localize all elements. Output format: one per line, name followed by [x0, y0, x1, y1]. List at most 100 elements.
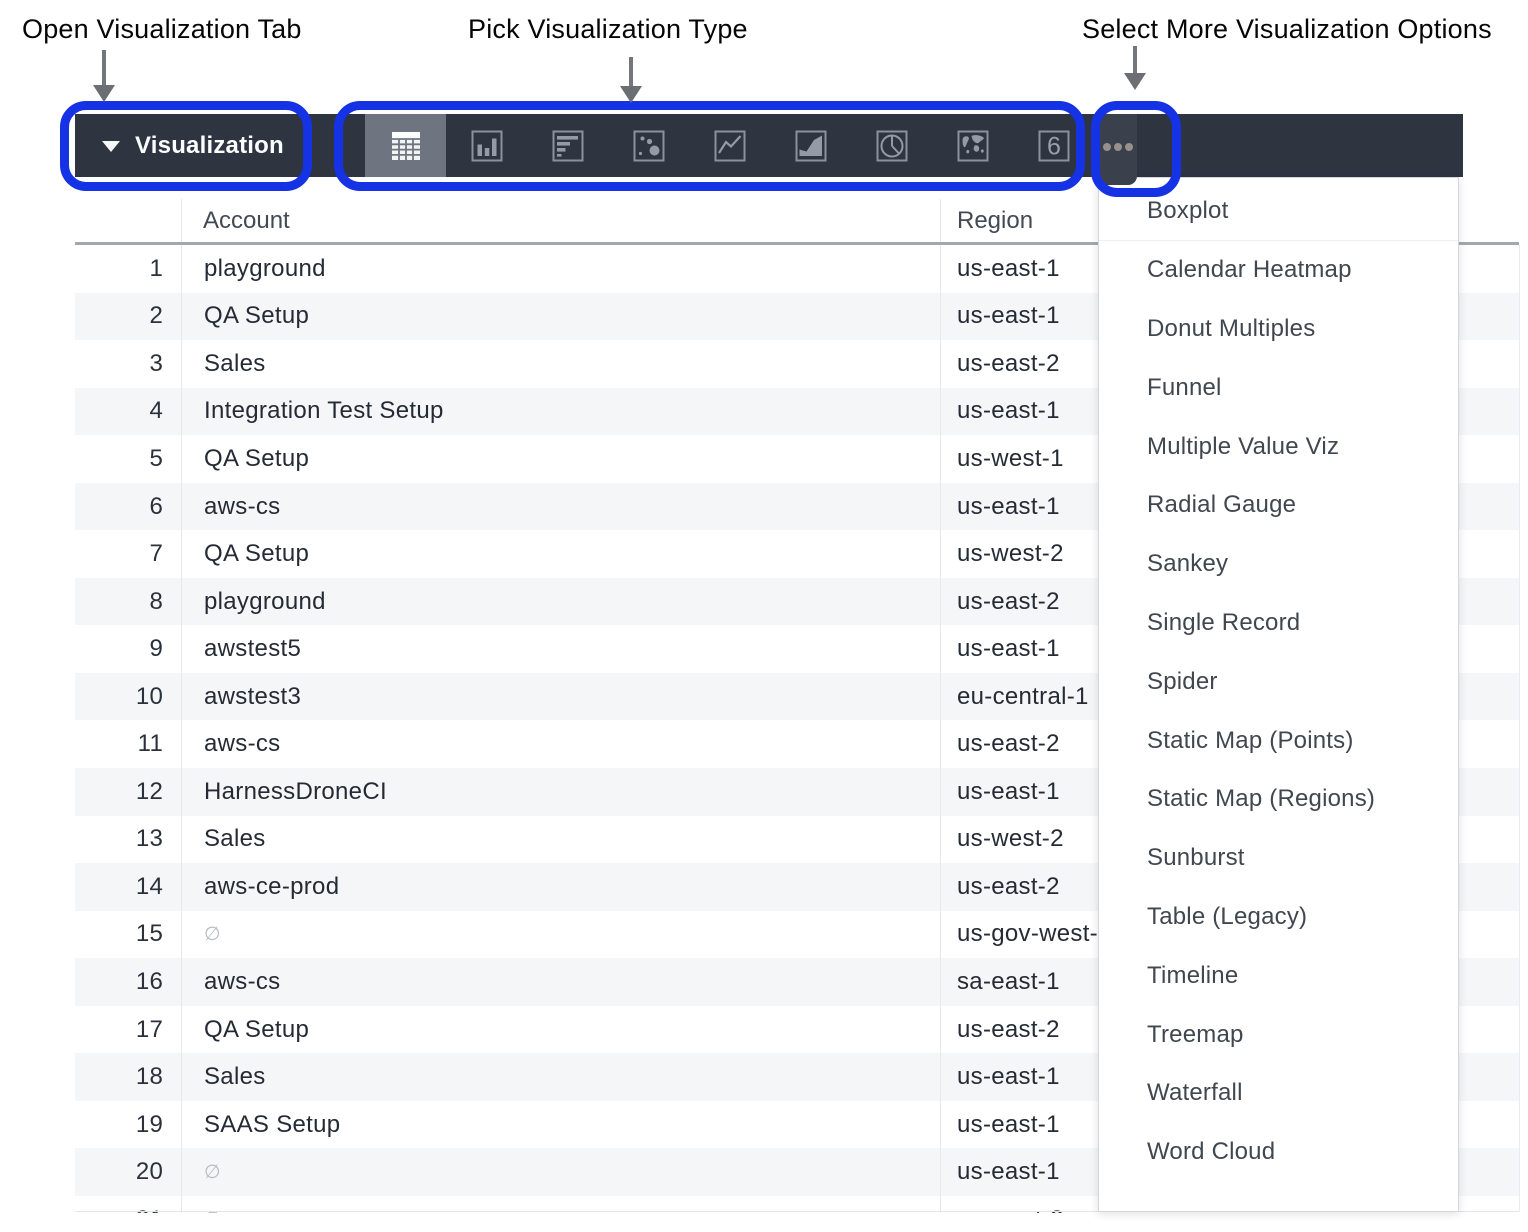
row-number: 11: [75, 730, 181, 758]
more-viz-options-button[interactable]: [1097, 114, 1137, 185]
more-viz-menu: Boxplot Calendar Heatmap Donut Multiples…: [1098, 177, 1459, 1212]
viz-type-horizontal-bar-button[interactable]: [527, 114, 608, 177]
menu-item-label: Calendar Heatmap: [1147, 256, 1352, 284]
viz-type-table-button[interactable]: [365, 114, 446, 177]
cell-account: Integration Test Setup: [181, 397, 940, 425]
menu-item-label: Waterfall: [1147, 1079, 1243, 1107]
arrow-line-3: [1133, 46, 1137, 74]
menu-item[interactable]: Word Cloud: [1099, 1123, 1458, 1182]
cell-account: playground: [181, 588, 940, 616]
row-number: 4: [75, 397, 181, 425]
row-number: 17: [75, 1016, 181, 1044]
menu-item[interactable]: Treemap: [1099, 1005, 1458, 1064]
cell-account: HarnessDroneCI: [181, 778, 940, 806]
cell-account: QA Setup: [181, 445, 940, 473]
menu-item[interactable]: Table (Legacy): [1099, 888, 1458, 947]
row-number: 1: [75, 255, 181, 283]
column-header-account[interactable]: Account: [203, 199, 290, 243]
line-chart-icon: [712, 128, 748, 164]
cell-account: awstest3: [181, 683, 940, 711]
menu-item-label: Static Map (Points): [1147, 727, 1354, 755]
bar-chart-icon: [469, 128, 505, 164]
cell-account: aws-cs: [181, 730, 940, 758]
svg-text:6: 6: [1047, 132, 1061, 160]
scatter-plot-icon: [631, 128, 667, 164]
menu-item-label: Table (Legacy): [1147, 903, 1307, 931]
arrow-line-2: [629, 57, 633, 87]
menu-item[interactable]: Timeline: [1099, 946, 1458, 1005]
row-number: 8: [75, 588, 181, 616]
viz-type-area-chart-button[interactable]: [770, 114, 851, 177]
menu-item-label: Sunburst: [1147, 844, 1245, 872]
visualization-toolbar: Visualization: [75, 114, 1463, 177]
menu-item-label: Boxplot: [1147, 197, 1228, 225]
arrow-down-icon-3: [1124, 73, 1146, 90]
menu-item-label: Treemap: [1147, 1021, 1244, 1049]
annotation-open-visualization-tab: Open Visualization Tab: [22, 14, 302, 45]
menu-item[interactable]: Waterfall: [1099, 1064, 1458, 1123]
visualization-tab-screenshot: { "annotations": { "labels": [ { "text":…: [0, 0, 1528, 1232]
viz-type-bar-chart-button[interactable]: [446, 114, 527, 177]
menu-item[interactable]: Donut Multiples: [1099, 300, 1458, 359]
row-number: 13: [75, 825, 181, 853]
horizontal-bar-chart-icon: [550, 128, 586, 164]
cell-account: ∅: [181, 1161, 940, 1184]
pie-chart-icon: [874, 128, 910, 164]
menu-item[interactable]: Multiple Value Viz: [1099, 417, 1458, 476]
menu-item[interactable]: Calendar Heatmap: [1099, 241, 1458, 300]
row-number: 18: [75, 1063, 181, 1091]
cell-account: SAAS Setup: [181, 1111, 940, 1139]
menu-item-label: Radial Gauge: [1147, 491, 1296, 519]
viz-type-map-button[interactable]: [932, 114, 1013, 177]
menu-item[interactable]: Funnel: [1099, 358, 1458, 417]
cell-account: Sales: [181, 350, 940, 378]
menu-item[interactable]: Static Map (Regions): [1099, 770, 1458, 829]
column-separator-1: [181, 199, 182, 1213]
ellipsis-icon: [1103, 143, 1111, 151]
column-header-region[interactable]: Region: [957, 199, 1033, 243]
menu-item[interactable]: Boxplot: [1099, 182, 1458, 241]
annotation-select-more-options: Select More Visualization Options: [1082, 14, 1492, 45]
row-number: 2: [75, 302, 181, 330]
cell-account: ∅: [181, 923, 940, 946]
menu-item[interactable]: Spider: [1099, 652, 1458, 711]
menu-item-label: Single Record: [1147, 609, 1300, 637]
viz-type-slots: 6: [365, 114, 1094, 177]
menu-item-label: Donut Multiples: [1147, 315, 1315, 343]
menu-item-label: Word Cloud: [1147, 1138, 1275, 1166]
menu-item[interactable]: Single Record: [1099, 594, 1458, 653]
viz-type-line-chart-button[interactable]: [689, 114, 770, 177]
caret-down-icon: [102, 141, 120, 152]
menu-item-label: Static Map (Regions): [1147, 785, 1375, 813]
row-number: 7: [75, 540, 181, 568]
menu-item[interactable]: Radial Gauge: [1099, 476, 1458, 535]
cell-account: QA Setup: [181, 1016, 940, 1044]
arrow-down-icon-1: [93, 85, 115, 102]
arrow-line-1: [102, 50, 106, 86]
annotation-pick-visualization-type: Pick Visualization Type: [468, 14, 748, 45]
cell-account: aws-cs: [181, 493, 940, 521]
big-number-icon: 6: [1036, 128, 1072, 164]
menu-item[interactable]: Sunburst: [1099, 829, 1458, 888]
menu-item-label: Multiple Value Viz: [1147, 433, 1339, 461]
cell-account: Sales: [181, 825, 940, 853]
column-separator-2: [940, 199, 941, 1213]
cell-account: playground: [181, 255, 940, 283]
row-number: 6: [75, 493, 181, 521]
row-number: 12: [75, 778, 181, 806]
viz-type-scatter-button[interactable]: [608, 114, 689, 177]
menu-item-label: Sankey: [1147, 550, 1228, 578]
viz-type-big-number-button[interactable]: 6: [1013, 114, 1094, 177]
row-number: 20: [75, 1158, 181, 1186]
viz-type-pie-chart-button[interactable]: [851, 114, 932, 177]
cell-account: aws-cs: [181, 968, 940, 996]
cell-account: aws-ce-prod: [181, 873, 940, 901]
world-map-icon: [955, 128, 991, 164]
arrow-down-icon-2: [620, 86, 642, 103]
menu-item-label: Timeline: [1147, 962, 1238, 990]
menu-item[interactable]: Static Map (Points): [1099, 711, 1458, 770]
visualization-tab[interactable]: Visualization: [75, 114, 310, 177]
menu-item[interactable]: Sankey: [1099, 535, 1458, 594]
row-number: 16: [75, 968, 181, 996]
menu-item-label: Spider: [1147, 668, 1218, 696]
